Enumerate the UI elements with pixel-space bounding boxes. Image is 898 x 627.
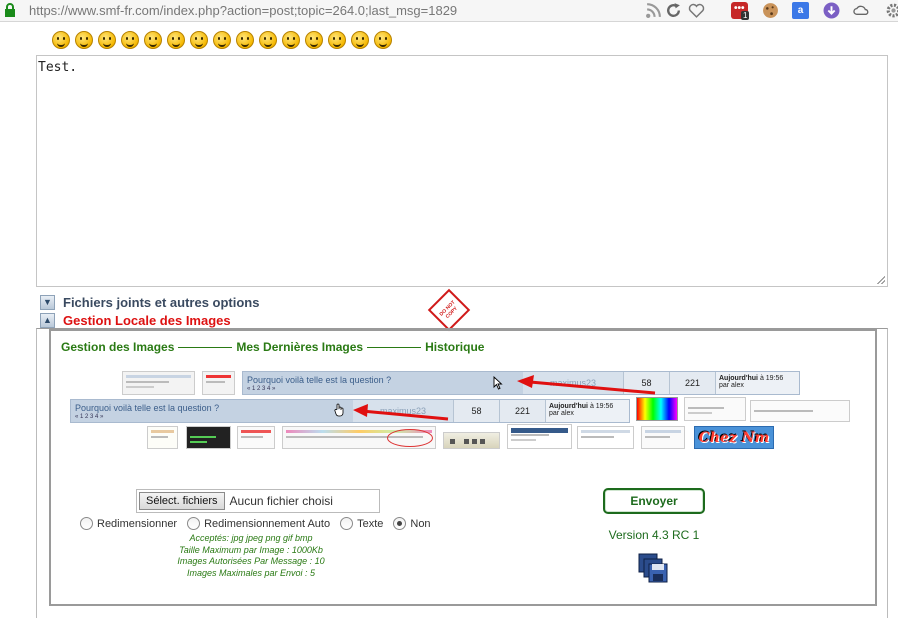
- smiley-icon[interactable]: [144, 31, 162, 49]
- version-text: Version 4.3 RC 1: [608, 528, 700, 542]
- rule-max-size: Taille Maximum par Image : 1000Kb: [179, 544, 323, 555]
- radio-button[interactable]: [340, 517, 354, 530]
- smiley-icon[interactable]: [282, 31, 300, 49]
- topic-title: Pourquoi voilà telle est la question ?: [75, 403, 220, 413]
- topic-last-post: Aujourd'hui à 19:56 par alex: [715, 372, 799, 394]
- post-form-panel: Test. ▼ Fichiers joints et autres option…: [36, 22, 888, 622]
- logo-thumbnail-text: Chez Nm: [698, 429, 770, 446]
- message-textarea[interactable]: Test.: [36, 55, 888, 287]
- radio-texte[interactable]: Texte: [340, 517, 383, 530]
- red-arrows-annotation: [353, 375, 656, 421]
- radio-redimensionner[interactable]: Redimensionner: [80, 517, 177, 530]
- radio-label: Non: [410, 517, 431, 530]
- tab-historique[interactable]: Historique: [425, 340, 484, 354]
- smiley-icon[interactable]: [98, 31, 116, 49]
- send-button[interactable]: Envoyer: [603, 488, 705, 514]
- settings-gear-icon[interactable]: [885, 2, 898, 19]
- topic-pages: « 1 2 3 4 »: [75, 414, 104, 420]
- textarea-resize-grip[interactable]: [877, 276, 885, 284]
- image-thumbnail[interactable]: [122, 371, 195, 395]
- topic-views: 221: [669, 372, 715, 394]
- last-by: par alex: [719, 382, 744, 389]
- rule-per-upload: Images Maximales par Envoi : 5: [186, 567, 316, 578]
- smiley-icon[interactable]: [213, 31, 231, 49]
- reload-icon[interactable]: [665, 2, 682, 19]
- image-thumbnail[interactable]: [750, 400, 850, 422]
- resize-options: Redimensionner Redimensionnement Auto Te…: [80, 517, 431, 530]
- cloud-icon[interactable]: [853, 2, 870, 19]
- lock-icon: [5, 3, 15, 17]
- image-thumbnail[interactable]: [641, 426, 685, 449]
- tab-divider: [367, 346, 422, 348]
- smiley-icon[interactable]: [351, 31, 369, 49]
- cookie-icon[interactable]: [762, 2, 779, 19]
- local-images-label[interactable]: Gestion Locale des Images: [63, 313, 231, 328]
- radio-label: Texte: [357, 517, 384, 530]
- smiley-icon[interactable]: [236, 31, 254, 49]
- image-thumbnail[interactable]: [237, 426, 275, 449]
- attachments-toggle[interactable]: ▼ Fichiers joints et autres options: [40, 294, 259, 310]
- image-thumbnail[interactable]: [147, 426, 178, 449]
- last-time: à 19:56: [759, 375, 784, 382]
- attachments-label[interactable]: Fichiers joints et autres options: [63, 295, 259, 310]
- smiley-icon[interactable]: [121, 31, 139, 49]
- terminal-thumbnail[interactable]: [186, 426, 231, 449]
- url-text[interactable]: https://www.smf-fr.com/index.php?action=…: [29, 3, 457, 18]
- download-icon[interactable]: [823, 2, 840, 19]
- upload-rules: Acceptés: jpg jpeg png gif bmp Taille Ma…: [156, 533, 346, 579]
- smiley-icon[interactable]: [190, 31, 208, 49]
- mouse-pointer-icon: [493, 376, 503, 390]
- radio-label: Redimensionnement Auto: [204, 517, 331, 530]
- device-panel-thumbnail[interactable]: [443, 432, 500, 449]
- do-not-copy-stamp-icon: DO NOT COPY: [427, 288, 471, 332]
- message-text: Test.: [38, 60, 78, 75]
- radio-button-selected[interactable]: [393, 517, 407, 530]
- smiley-icon[interactable]: [259, 31, 277, 49]
- tab-gestion-images[interactable]: Gestion des Images: [61, 340, 174, 354]
- radio-button[interactable]: [187, 517, 201, 530]
- translate-icon[interactable]: a: [792, 2, 809, 19]
- extension-badge: 1: [741, 11, 750, 20]
- smiley-toolbar: [52, 31, 392, 51]
- chevron-down-icon[interactable]: ▼: [40, 294, 55, 310]
- radio-non[interactable]: Non: [393, 517, 431, 530]
- smiley-icon[interactable]: [75, 31, 93, 49]
- browser-address-bar[interactable]: https://www.smf-fr.com/index.php?action=…: [0, 0, 898, 22]
- radio-label: Redimensionner: [97, 517, 178, 530]
- image-thumbnail[interactable]: [684, 397, 746, 421]
- floppy-disks-icon[interactable]: [638, 553, 668, 583]
- local-images-toggle[interactable]: ▲ Gestion Locale des Images: [40, 312, 231, 328]
- rss-icon[interactable]: [645, 2, 662, 19]
- smiley-icon[interactable]: [328, 31, 346, 49]
- select-files-button[interactable]: Sélect. fichiers: [139, 492, 225, 510]
- image-manager-tabs: Gestion des Images Mes Dernières Images …: [59, 340, 487, 354]
- screenshot-thumbnail[interactable]: [282, 426, 436, 449]
- image-thumbnail[interactable]: [202, 371, 235, 395]
- bookmark-heart-icon[interactable]: [688, 2, 705, 19]
- image-thumbnail[interactable]: [577, 426, 634, 449]
- hand-cursor-icon: [334, 403, 344, 417]
- extension-red-icon[interactable]: ••• 1: [731, 2, 750, 20]
- tab-mes-dernieres-images[interactable]: Mes Dernières Images: [236, 340, 363, 354]
- file-picker[interactable]: Sélect. fichiers Aucun fichier choisi: [136, 489, 380, 513]
- smiley-icon[interactable]: [52, 31, 70, 49]
- rule-per-message: Images Autorisées Par Message : 10: [177, 556, 325, 566]
- radio-button[interactable]: [80, 517, 93, 530]
- chevron-up-icon[interactable]: ▲: [40, 312, 55, 328]
- last-when: Aujourd'hui: [719, 375, 758, 382]
- image-thumbnail[interactable]: [507, 424, 572, 449]
- smiley-icon[interactable]: [374, 31, 392, 49]
- logo-thumbnail[interactable]: Chez Nm: [694, 426, 774, 449]
- rule-accepted: Acceptés: jpg jpeg png gif bmp: [189, 533, 313, 543]
- smiley-icon[interactable]: [305, 31, 323, 49]
- file-status-text: Aucun fichier choisi: [229, 494, 333, 508]
- radio-redimensionnement-auto[interactable]: Redimensionnement Auto: [187, 517, 330, 530]
- tab-divider: [178, 346, 233, 348]
- smiley-icon[interactable]: [167, 31, 185, 49]
